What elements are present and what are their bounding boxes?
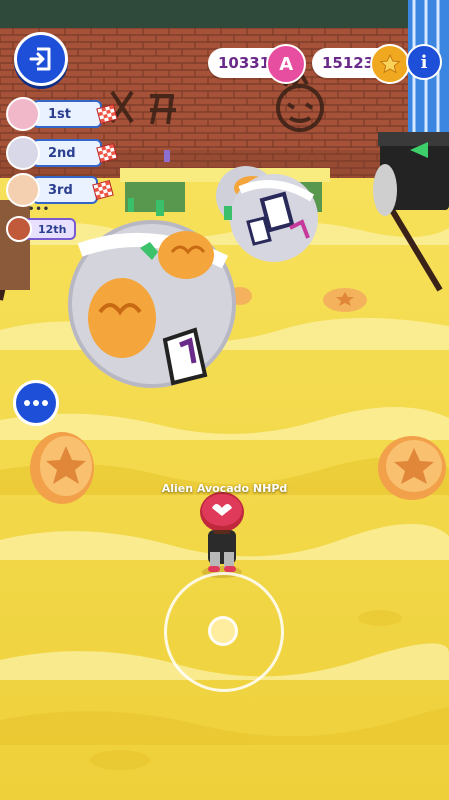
checkered-flag-icon xyxy=(96,103,118,125)
rank-label: 3rd xyxy=(32,176,98,204)
floor-coin xyxy=(323,288,367,312)
ball-cannon xyxy=(373,132,449,216)
ellipsis-separator: ••• xyxy=(28,204,51,215)
checkered-flag-icon xyxy=(96,142,118,164)
rank-label: 1st xyxy=(32,100,102,128)
rank-label: 2nd xyxy=(32,139,102,167)
checkered-flag-icon xyxy=(92,179,114,201)
exit-button[interactable] xyxy=(14,32,68,86)
a-token-icon: A xyxy=(266,44,307,84)
info-icon: i xyxy=(420,51,428,73)
star-coin-icon xyxy=(370,44,411,84)
more-dots-icon xyxy=(24,400,30,406)
avatar xyxy=(6,97,40,131)
avatar xyxy=(6,136,40,170)
joystick-knob[interactable] xyxy=(208,616,238,646)
more-options-button[interactable] xyxy=(13,380,59,426)
leaderboard-entry-1st: 1st xyxy=(6,97,118,131)
leaderboard-entry-12th: 12th xyxy=(6,215,77,243)
info-button[interactable]: i xyxy=(406,44,442,80)
rolling-ball-large xyxy=(68,220,236,388)
leaderboard-entry-3rd: 3rd xyxy=(6,173,114,207)
leaderboard-entry-2nd: 2nd xyxy=(6,136,118,170)
player-name-label: Alien Avocado NHPd xyxy=(161,482,288,495)
coin-counter: 15123 xyxy=(312,44,411,84)
exit-door-icon xyxy=(29,47,51,71)
token-counter: 10331 A xyxy=(208,44,307,84)
avatar xyxy=(6,173,40,207)
player-avatar xyxy=(6,216,32,242)
